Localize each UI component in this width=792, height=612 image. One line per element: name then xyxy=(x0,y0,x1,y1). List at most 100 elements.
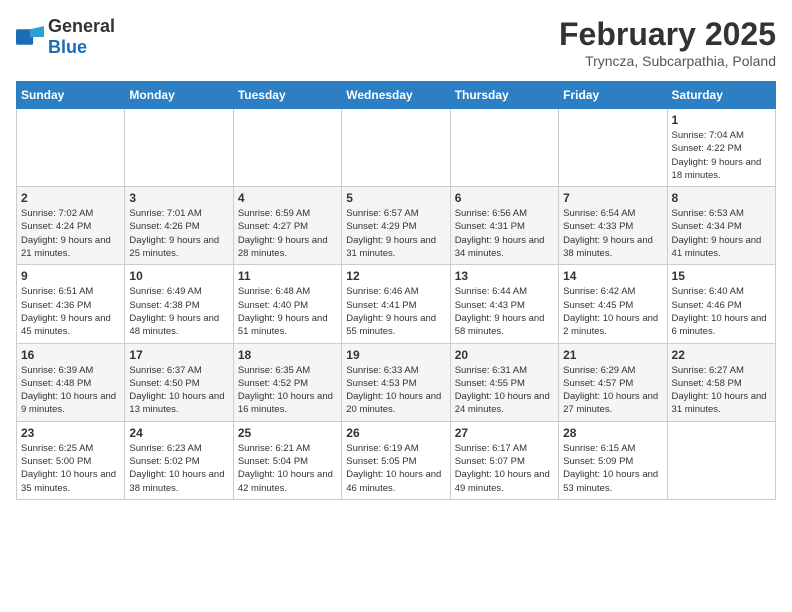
day-info: Sunrise: 7:02 AM Sunset: 4:24 PM Dayligh… xyxy=(21,207,120,260)
weekday-header-row: SundayMondayTuesdayWednesdayThursdayFrid… xyxy=(17,82,776,109)
weekday-header-tuesday: Tuesday xyxy=(233,82,341,109)
day-number: 9 xyxy=(21,269,120,283)
weekday-header-saturday: Saturday xyxy=(667,82,775,109)
calendar-cell xyxy=(233,109,341,187)
day-info: Sunrise: 6:40 AM Sunset: 4:46 PM Dayligh… xyxy=(672,285,771,338)
day-number: 4 xyxy=(238,191,337,205)
week-row-3: 9 Sunrise: 6:51 AM Sunset: 4:36 PM Daylig… xyxy=(17,265,776,343)
calendar-cell: 19 Sunrise: 6:33 AM Sunset: 4:53 PM Dayli… xyxy=(342,343,450,421)
day-number: 15 xyxy=(672,269,771,283)
day-number: 8 xyxy=(672,191,771,205)
day-info: Sunrise: 6:23 AM Sunset: 5:02 PM Dayligh… xyxy=(129,442,228,495)
calendar-cell: 16 Sunrise: 6:39 AM Sunset: 4:48 PM Dayli… xyxy=(17,343,125,421)
day-number: 2 xyxy=(21,191,120,205)
week-row-2: 2 Sunrise: 7:02 AM Sunset: 4:24 PM Daylig… xyxy=(17,187,776,265)
calendar-cell: 15 Sunrise: 6:40 AM Sunset: 4:46 PM Dayli… xyxy=(667,265,775,343)
day-number: 23 xyxy=(21,426,120,440)
calendar-cell xyxy=(342,109,450,187)
calendar-cell xyxy=(17,109,125,187)
week-row-5: 23 Sunrise: 6:25 AM Sunset: 5:00 PM Dayli… xyxy=(17,421,776,499)
day-info: Sunrise: 6:29 AM Sunset: 4:57 PM Dayligh… xyxy=(563,364,662,417)
logo-icon xyxy=(16,26,44,48)
day-info: Sunrise: 6:31 AM Sunset: 4:55 PM Dayligh… xyxy=(455,364,554,417)
day-info: Sunrise: 6:15 AM Sunset: 5:09 PM Dayligh… xyxy=(563,442,662,495)
day-number: 13 xyxy=(455,269,554,283)
day-info: Sunrise: 6:44 AM Sunset: 4:43 PM Dayligh… xyxy=(455,285,554,338)
day-number: 17 xyxy=(129,348,228,362)
day-number: 21 xyxy=(563,348,662,362)
day-info: Sunrise: 6:35 AM Sunset: 4:52 PM Dayligh… xyxy=(238,364,337,417)
day-info: Sunrise: 6:53 AM Sunset: 4:34 PM Dayligh… xyxy=(672,207,771,260)
day-info: Sunrise: 7:01 AM Sunset: 4:26 PM Dayligh… xyxy=(129,207,228,260)
calendar-cell: 18 Sunrise: 6:35 AM Sunset: 4:52 PM Dayli… xyxy=(233,343,341,421)
day-number: 28 xyxy=(563,426,662,440)
day-info: Sunrise: 6:46 AM Sunset: 4:41 PM Dayligh… xyxy=(346,285,445,338)
day-info: Sunrise: 6:42 AM Sunset: 4:45 PM Dayligh… xyxy=(563,285,662,338)
weekday-header-thursday: Thursday xyxy=(450,82,558,109)
weekday-header-wednesday: Wednesday xyxy=(342,82,450,109)
calendar-table: SundayMondayTuesdayWednesdayThursdayFrid… xyxy=(16,81,776,500)
calendar-cell: 9 Sunrise: 6:51 AM Sunset: 4:36 PM Daylig… xyxy=(17,265,125,343)
calendar-cell xyxy=(450,109,558,187)
calendar-cell: 6Sunrise: 6:56 AM Sunset: 4:31 PM Daylig… xyxy=(450,187,558,265)
calendar-cell: 3 Sunrise: 7:01 AM Sunset: 4:26 PM Daylig… xyxy=(125,187,233,265)
day-number: 3 xyxy=(129,191,228,205)
day-info: Sunrise: 6:49 AM Sunset: 4:38 PM Dayligh… xyxy=(129,285,228,338)
calendar-cell xyxy=(125,109,233,187)
day-info: Sunrise: 6:59 AM Sunset: 4:27 PM Dayligh… xyxy=(238,207,337,260)
calendar-cell: 17 Sunrise: 6:37 AM Sunset: 4:50 PM Dayli… xyxy=(125,343,233,421)
calendar-cell: 14 Sunrise: 6:42 AM Sunset: 4:45 PM Dayli… xyxy=(559,265,667,343)
day-number: 11 xyxy=(238,269,337,283)
day-number: 19 xyxy=(346,348,445,362)
day-info: Sunrise: 6:17 AM Sunset: 5:07 PM Dayligh… xyxy=(455,442,554,495)
day-number: 18 xyxy=(238,348,337,362)
weekday-header-friday: Friday xyxy=(559,82,667,109)
day-info: Sunrise: 6:33 AM Sunset: 4:53 PM Dayligh… xyxy=(346,364,445,417)
calendar-cell: 8 Sunrise: 6:53 AM Sunset: 4:34 PM Daylig… xyxy=(667,187,775,265)
day-number: 14 xyxy=(563,269,662,283)
calendar-cell: 12 Sunrise: 6:46 AM Sunset: 4:41 PM Dayli… xyxy=(342,265,450,343)
calendar-cell: 10 Sunrise: 6:49 AM Sunset: 4:38 PM Dayli… xyxy=(125,265,233,343)
calendar-cell: 2 Sunrise: 7:02 AM Sunset: 4:24 PM Daylig… xyxy=(17,187,125,265)
calendar-cell: 5 Sunrise: 6:57 AM Sunset: 4:29 PM Daylig… xyxy=(342,187,450,265)
page-header: General Blue February 2025 Tryncza, Subc… xyxy=(16,16,776,69)
day-info: Sunrise: 6:57 AM Sunset: 4:29 PM Dayligh… xyxy=(346,207,445,260)
day-info: Sunrise: 6:51 AM Sunset: 4:36 PM Dayligh… xyxy=(21,285,120,338)
day-info: Sunrise: 6:48 AM Sunset: 4:40 PM Dayligh… xyxy=(238,285,337,338)
day-number: 22 xyxy=(672,348,771,362)
day-info: Sunrise: 6:39 AM Sunset: 4:48 PM Dayligh… xyxy=(21,364,120,417)
calendar-cell: 20 Sunrise: 6:31 AM Sunset: 4:55 PM Dayli… xyxy=(450,343,558,421)
day-info: Sunrise: 6:25 AM Sunset: 5:00 PM Dayligh… xyxy=(21,442,120,495)
calendar-cell: 7 Sunrise: 6:54 AM Sunset: 4:33 PM Daylig… xyxy=(559,187,667,265)
day-number: 5 xyxy=(346,191,445,205)
day-number: 12 xyxy=(346,269,445,283)
calendar-cell: 25Sunrise: 6:21 AM Sunset: 5:04 PM Dayli… xyxy=(233,421,341,499)
day-number: 10 xyxy=(129,269,228,283)
day-info: Sunrise: 6:54 AM Sunset: 4:33 PM Dayligh… xyxy=(563,207,662,260)
weekday-header-sunday: Sunday xyxy=(17,82,125,109)
calendar-cell: 24 Sunrise: 6:23 AM Sunset: 5:02 PM Dayli… xyxy=(125,421,233,499)
day-number: 27 xyxy=(455,426,554,440)
calendar-cell: 4 Sunrise: 6:59 AM Sunset: 4:27 PM Daylig… xyxy=(233,187,341,265)
day-number: 16 xyxy=(21,348,120,362)
day-info: Sunrise: 6:56 AM Sunset: 4:31 PM Dayligh… xyxy=(455,207,554,260)
calendar-cell: 27 Sunrise: 6:17 AM Sunset: 5:07 PM Dayli… xyxy=(450,421,558,499)
day-info: Sunrise: 6:37 AM Sunset: 4:50 PM Dayligh… xyxy=(129,364,228,417)
logo-blue: Blue xyxy=(48,37,87,57)
day-info: Sunrise: 6:19 AM Sunset: 5:05 PM Dayligh… xyxy=(346,442,445,495)
week-row-1: 1Sunrise: 7:04 AM Sunset: 4:22 PM Daylig… xyxy=(17,109,776,187)
calendar-cell: 13 Sunrise: 6:44 AM Sunset: 4:43 PM Dayli… xyxy=(450,265,558,343)
calendar-cell: 23 Sunrise: 6:25 AM Sunset: 5:00 PM Dayli… xyxy=(17,421,125,499)
day-number: 26 xyxy=(346,426,445,440)
week-row-4: 16 Sunrise: 6:39 AM Sunset: 4:48 PM Dayli… xyxy=(17,343,776,421)
calendar-cell: 1Sunrise: 7:04 AM Sunset: 4:22 PM Daylig… xyxy=(667,109,775,187)
day-number: 24 xyxy=(129,426,228,440)
day-number: 20 xyxy=(455,348,554,362)
calendar-cell: 11 Sunrise: 6:48 AM Sunset: 4:40 PM Dayli… xyxy=(233,265,341,343)
title-block: February 2025 Tryncza, Subcarpathia, Pol… xyxy=(559,16,776,69)
calendar-cell: 26 Sunrise: 6:19 AM Sunset: 5:05 PM Dayli… xyxy=(342,421,450,499)
logo: General Blue xyxy=(16,16,115,58)
day-number: 7 xyxy=(563,191,662,205)
day-info: Sunrise: 6:27 AM Sunset: 4:58 PM Dayligh… xyxy=(672,364,771,417)
calendar-cell xyxy=(559,109,667,187)
